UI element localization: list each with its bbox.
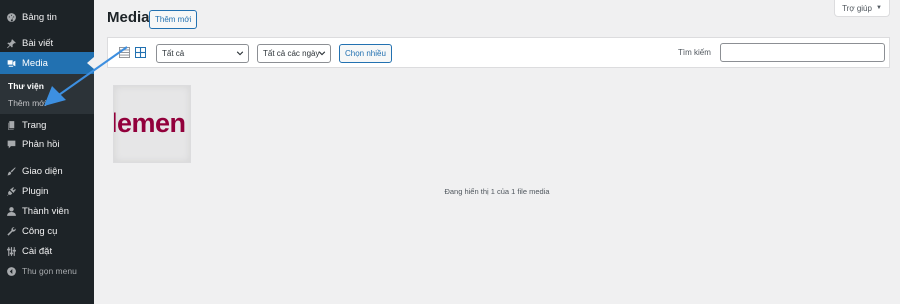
help-tab-label: Trợ giúp: [842, 3, 872, 13]
collapse-menu-button[interactable]: Thu gọn menu: [0, 260, 94, 282]
media-type-filter[interactable]: Tất cả: [156, 44, 249, 63]
sidebar-item-label: Bài viết: [22, 37, 54, 49]
caret-down-icon: ▼: [875, 5, 882, 11]
user-icon: [1, 206, 21, 217]
sidebar-item-label: Công cụ: [22, 225, 58, 237]
media-attachment-thumbnail[interactable]: lemen: [113, 85, 191, 163]
wrench-icon: [1, 226, 21, 237]
media-submenu: Thư viện Thêm mới: [0, 74, 94, 114]
sidebar-item-users[interactable]: Thành viên: [0, 200, 94, 222]
admin-sidebar: Bảng tin Bài viết Media Thư viện Thêm mớ…: [0, 0, 94, 304]
list-view-icon[interactable]: [119, 47, 130, 58]
sidebar-item-posts[interactable]: Bài viết: [0, 32, 94, 54]
comment-icon: [1, 139, 21, 150]
media-count-status: Đang hiển thị 1 của 1 file media: [444, 187, 550, 196]
date-filter-value: Tất cả các ngày: [263, 49, 320, 58]
media-icon: [1, 58, 21, 69]
grid-view-icon[interactable]: [135, 47, 146, 58]
dashboard-icon: [1, 12, 21, 23]
sidebar-item-label: Phản hồi: [22, 138, 60, 150]
search-label: Tìm kiếm: [678, 48, 711, 57]
submenu-item-add-new[interactable]: Thêm mới: [8, 98, 47, 108]
sidebar-item-dashboard[interactable]: Bảng tin: [0, 6, 94, 28]
paintbrush-icon: [1, 166, 21, 177]
media-type-filter-value: Tất cả: [162, 49, 185, 58]
sidebar-item-label: Media: [22, 57, 48, 69]
media-search-input[interactable]: [720, 43, 885, 62]
chevron-down-icon: [318, 51, 326, 56]
help-tab-button[interactable]: Trợ giúp ▼: [834, 0, 890, 17]
sidebar-item-label: Trang: [22, 119, 47, 131]
pin-icon: [1, 38, 21, 49]
sidebar-item-settings[interactable]: Cài đặt: [0, 240, 94, 262]
sidebar-item-label: Thành viên: [22, 205, 70, 217]
page-icon: [1, 120, 21, 131]
media-toolbar: Tất cả Tất cả các ngày Chọn nhiều Tìm ki…: [107, 37, 890, 68]
bulk-select-button[interactable]: Chọn nhiều: [339, 44, 392, 63]
chevron-down-icon: [236, 51, 244, 56]
add-new-media-button[interactable]: Thêm mới: [149, 10, 198, 29]
sidebar-item-appearance[interactable]: Giao diện: [0, 160, 94, 182]
submenu-item-library[interactable]: Thư viện: [8, 81, 44, 91]
page-title: Media: [107, 9, 150, 26]
active-menu-pointer: [87, 57, 94, 69]
sidebar-item-label: Bảng tin: [22, 11, 57, 23]
collapse-menu-label: Thu gọn menu: [22, 266, 77, 276]
sidebar-item-label: Giao diện: [22, 165, 63, 177]
date-filter[interactable]: Tất cả các ngày: [257, 44, 331, 63]
thumbnail-logo-text: lemen: [113, 108, 186, 138]
sidebar-item-comments[interactable]: Phản hồi: [0, 133, 94, 155]
sidebar-item-label: Cài đặt: [22, 245, 53, 257]
sidebar-item-tools[interactable]: Công cụ: [0, 220, 94, 242]
settings-icon: [1, 246, 21, 257]
sidebar-item-media[interactable]: Media: [0, 52, 94, 74]
collapse-arrow-icon: [1, 266, 21, 277]
